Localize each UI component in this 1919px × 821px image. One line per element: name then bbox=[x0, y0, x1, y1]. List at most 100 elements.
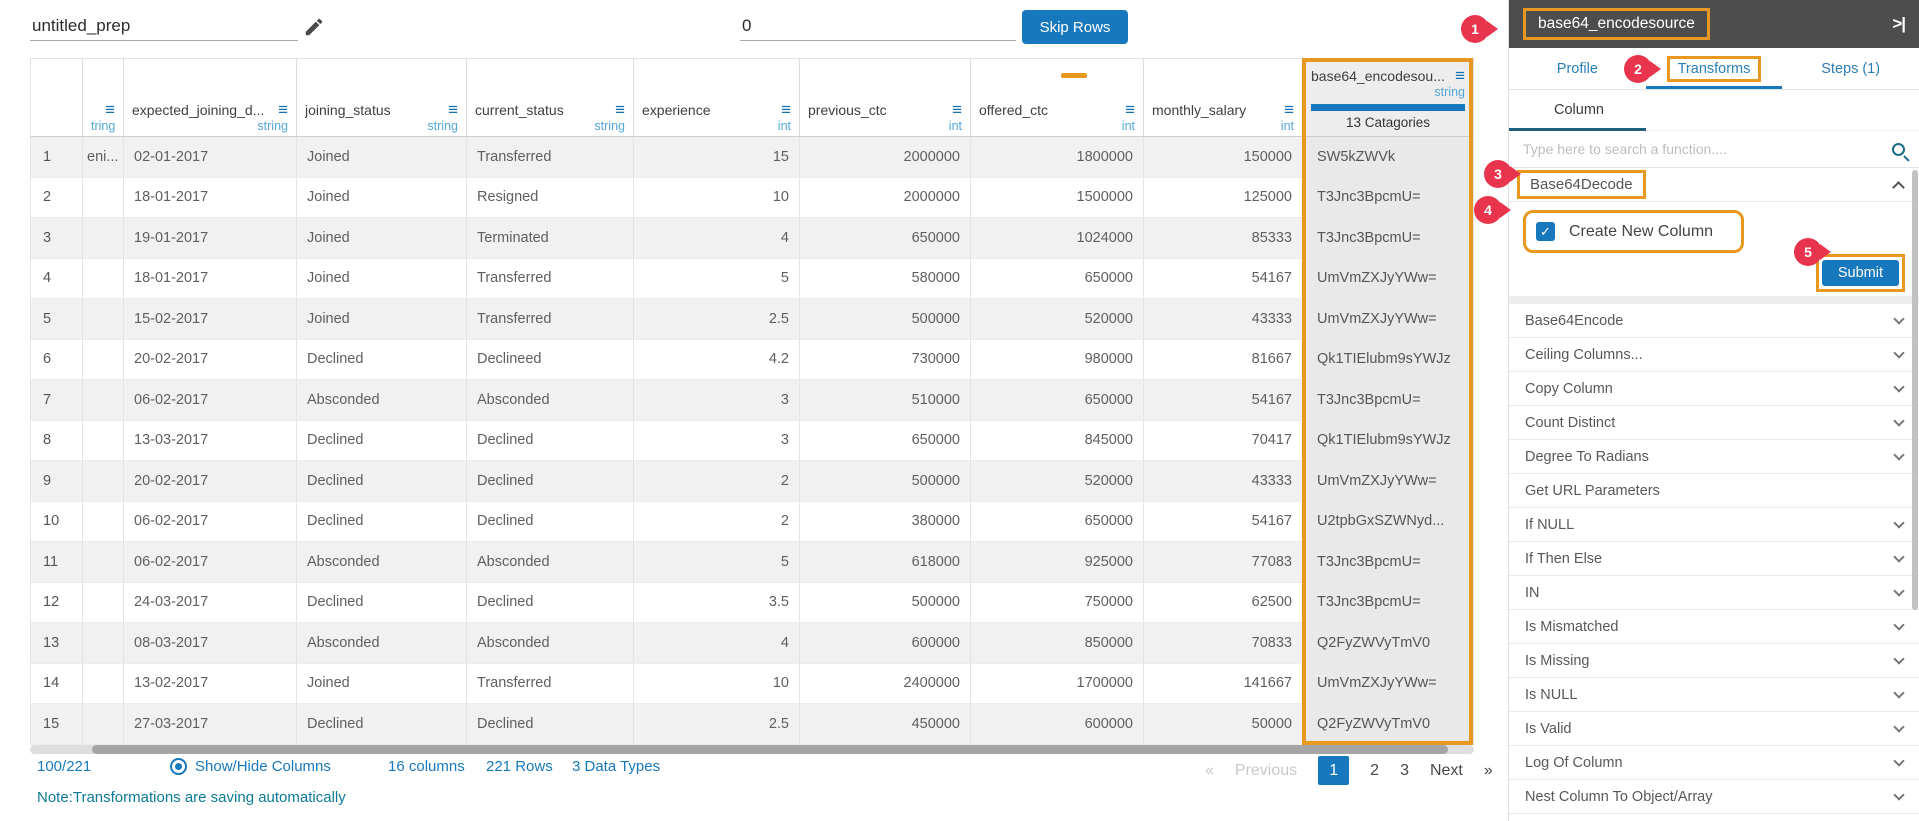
table-row[interactable]: 8 13-03-2017 Declined Declined 3 650000 845000… bbox=[30, 420, 1474, 461]
panel-tabs: Profile Transforms Steps (1) bbox=[1509, 48, 1919, 90]
function-item-nest-column-to-object-array[interactable]: Nest Column To Object/Array bbox=[1509, 780, 1919, 814]
function-item-degree-to-radians[interactable]: Degree To Radians bbox=[1509, 440, 1919, 474]
submit-button[interactable]: Submit bbox=[1821, 260, 1899, 286]
chevron-up-icon[interactable] bbox=[1892, 180, 1905, 194]
function-item-is-valid[interactable]: Is Valid bbox=[1509, 712, 1919, 746]
table-cell: 50000 bbox=[1144, 704, 1303, 745]
chevron-down-icon[interactable] bbox=[1893, 517, 1905, 529]
search-icon[interactable] bbox=[1892, 142, 1905, 156]
column-header-offered-ctc[interactable]: offered_ctc ≡ int bbox=[971, 59, 1144, 137]
column-header-expected-joining-d-[interactable]: expected_joining_d... ≡ string bbox=[124, 59, 297, 137]
table-row[interactable]: 5 15-02-2017 Joined Transferred 2.5 500000 520… bbox=[30, 299, 1474, 340]
chevron-down-icon[interactable] bbox=[1893, 551, 1905, 563]
skip-rows-button[interactable]: Skip Rows bbox=[1022, 10, 1128, 44]
function-item-ceiling-columns-[interactable]: Ceiling Columns... bbox=[1509, 338, 1919, 372]
collapse-panel-icon[interactable]: >| bbox=[1892, 14, 1906, 34]
table-cell: 520000 bbox=[971, 299, 1144, 340]
create-new-column-option[interactable]: ✓ Create New Column bbox=[1523, 210, 1745, 253]
chevron-down-icon[interactable] bbox=[1893, 619, 1905, 631]
column-menu-icon[interactable]: ≡ bbox=[1125, 101, 1135, 118]
chevron-down-icon[interactable] bbox=[1893, 653, 1905, 665]
chevron-down-icon[interactable] bbox=[1893, 347, 1905, 359]
tab-column[interactable]: Column bbox=[1554, 102, 1604, 118]
previous-button[interactable]: Previous bbox=[1235, 762, 1297, 780]
page-button-1[interactable]: 1 bbox=[1318, 756, 1350, 785]
function-item-is-null[interactable]: Is NULL bbox=[1509, 678, 1919, 712]
horizontal-scrollbar-thumb[interactable] bbox=[92, 745, 1448, 754]
column-menu-icon[interactable]: ≡ bbox=[1284, 101, 1294, 118]
function-item-if-null[interactable]: If NULL bbox=[1509, 508, 1919, 542]
column-header-joining-status[interactable]: joining_status ≡ string bbox=[297, 59, 467, 137]
chevron-down-icon[interactable] bbox=[1893, 755, 1905, 767]
chevron-down-icon[interactable] bbox=[1893, 313, 1905, 325]
create-new-column-checkbox[interactable]: ✓ bbox=[1536, 222, 1555, 241]
column-menu-icon[interactable]: ≡ bbox=[781, 101, 791, 118]
table-cell: UmVmZXJyYWw= bbox=[1303, 461, 1474, 502]
function-item-count-distinct[interactable]: Count Distinct bbox=[1509, 406, 1919, 440]
function-item-get-url-parameters[interactable]: Get URL Parameters bbox=[1509, 474, 1919, 508]
table-row[interactable]: 10 06-02-2017 Declined Declined 2 380000 65000… bbox=[30, 501, 1474, 542]
column-header-experience[interactable]: experience ≡ int bbox=[634, 59, 800, 137]
function-item-copy-column[interactable]: Copy Column bbox=[1509, 372, 1919, 406]
table-row[interactable]: 2 18-01-2017 Joined Resigned 10 2000000 150000… bbox=[30, 177, 1474, 218]
function-item-in[interactable]: IN bbox=[1509, 576, 1919, 610]
chevron-down-icon[interactable] bbox=[1893, 687, 1905, 699]
tab-transforms[interactable]: Transforms bbox=[1646, 48, 1783, 89]
table-cell: 650000 bbox=[971, 380, 1144, 421]
table-cell bbox=[83, 501, 124, 542]
table-row[interactable]: 9 20-02-2017 Declined Declined 2 500000 520000… bbox=[30, 461, 1474, 502]
column-header-col0[interactable] bbox=[31, 59, 83, 137]
table-row[interactable]: 12 24-03-2017 Declined Declined 3.5 500000 750… bbox=[30, 582, 1474, 623]
column-menu-icon[interactable]: ≡ bbox=[105, 101, 115, 118]
skip-rows-input[interactable] bbox=[740, 12, 1016, 41]
column-menu-icon[interactable]: ≡ bbox=[448, 101, 458, 118]
table-row[interactable]: 1 eni... 02-01-2017 Joined Transferred 15 2000… bbox=[30, 137, 1474, 178]
column-header-current-status[interactable]: current_status ≡ string bbox=[467, 59, 634, 137]
chevron-down-icon[interactable] bbox=[1893, 585, 1905, 597]
table-row[interactable]: 15 27-03-2017 Declined Declined 2.5 450000 600… bbox=[30, 704, 1474, 745]
table-cell: Transferred bbox=[467, 137, 634, 178]
show-hide-columns-button[interactable]: Show/Hide Columns bbox=[170, 758, 331, 775]
column-menu-icon[interactable]: ≡ bbox=[952, 101, 962, 118]
function-item-is-mismatched[interactable]: Is Mismatched bbox=[1509, 610, 1919, 644]
function-search-input[interactable] bbox=[1523, 141, 1892, 157]
chevron-down-icon[interactable] bbox=[1893, 789, 1905, 801]
table-cell: 4.2 bbox=[634, 339, 800, 380]
column-menu-icon[interactable]: ≡ bbox=[1455, 67, 1465, 84]
previous-arrow[interactable]: « bbox=[1205, 762, 1214, 780]
table-cell: U2tpbGxSZWNyd... bbox=[1303, 501, 1474, 542]
function-item-log-of-column[interactable]: Log Of Column bbox=[1509, 746, 1919, 780]
chevron-down-icon[interactable] bbox=[1893, 721, 1905, 733]
column-header-base64-encodesou-[interactable]: base64_encodesou... ≡ string 13 Catagories bbox=[1303, 59, 1474, 137]
tab-steps-1-[interactable]: Steps (1) bbox=[1782, 48, 1919, 89]
horizontal-scrollbar[interactable] bbox=[30, 745, 1474, 754]
annotation-badge-3: 3 bbox=[1484, 160, 1512, 188]
table-row[interactable]: 13 08-03-2017 Absconded Absconded 4 600000 850… bbox=[30, 623, 1474, 664]
page-button-2[interactable]: 2 bbox=[1370, 762, 1379, 780]
column-menu-icon[interactable]: ≡ bbox=[278, 101, 288, 118]
function-item-is-missing[interactable]: Is Missing bbox=[1509, 644, 1919, 678]
chevron-down-icon[interactable] bbox=[1893, 415, 1905, 427]
function-item-base64decode[interactable]: Base64Decode bbox=[1509, 168, 1919, 202]
table-row[interactable]: 3 19-01-2017 Joined Terminated 4 650000 102400… bbox=[30, 218, 1474, 259]
panel-scrollbar-thumb[interactable] bbox=[1912, 170, 1918, 610]
page-button-3[interactable]: 3 bbox=[1400, 762, 1409, 780]
table-row[interactable]: 11 06-02-2017 Absconded Absconded 5 618000 925… bbox=[30, 542, 1474, 583]
column-header-col1[interactable]: ≡ tring bbox=[83, 59, 124, 137]
column-type-label: string bbox=[427, 119, 458, 133]
next-button[interactable]: Next bbox=[1430, 762, 1463, 780]
table-row[interactable]: 6 20-02-2017 Declined Declineed 4.2 730000 980… bbox=[30, 339, 1474, 380]
table-row[interactable]: 14 13-02-2017 Joined Transferred 10 2400000 17… bbox=[30, 663, 1474, 704]
function-item-if-then-else[interactable]: If Then Else bbox=[1509, 542, 1919, 576]
column-header-previous-ctc[interactable]: previous_ctc ≡ int bbox=[800, 59, 971, 137]
prep-name-input[interactable] bbox=[30, 12, 298, 41]
chevron-down-icon[interactable] bbox=[1893, 381, 1905, 393]
chevron-down-icon[interactable] bbox=[1893, 449, 1905, 461]
next-arrow[interactable]: » bbox=[1484, 762, 1493, 780]
table-row[interactable]: 7 06-02-2017 Absconded Absconded 3 510000 6500… bbox=[30, 380, 1474, 421]
column-header-monthly-salary[interactable]: monthly_salary ≡ int bbox=[1144, 59, 1303, 137]
function-item-base64encode[interactable]: Base64Encode bbox=[1509, 304, 1919, 338]
table-row[interactable]: 4 18-01-2017 Joined Transferred 5 580000 65000… bbox=[30, 258, 1474, 299]
column-menu-icon[interactable]: ≡ bbox=[615, 101, 625, 118]
edit-pencil-icon[interactable] bbox=[303, 16, 325, 38]
